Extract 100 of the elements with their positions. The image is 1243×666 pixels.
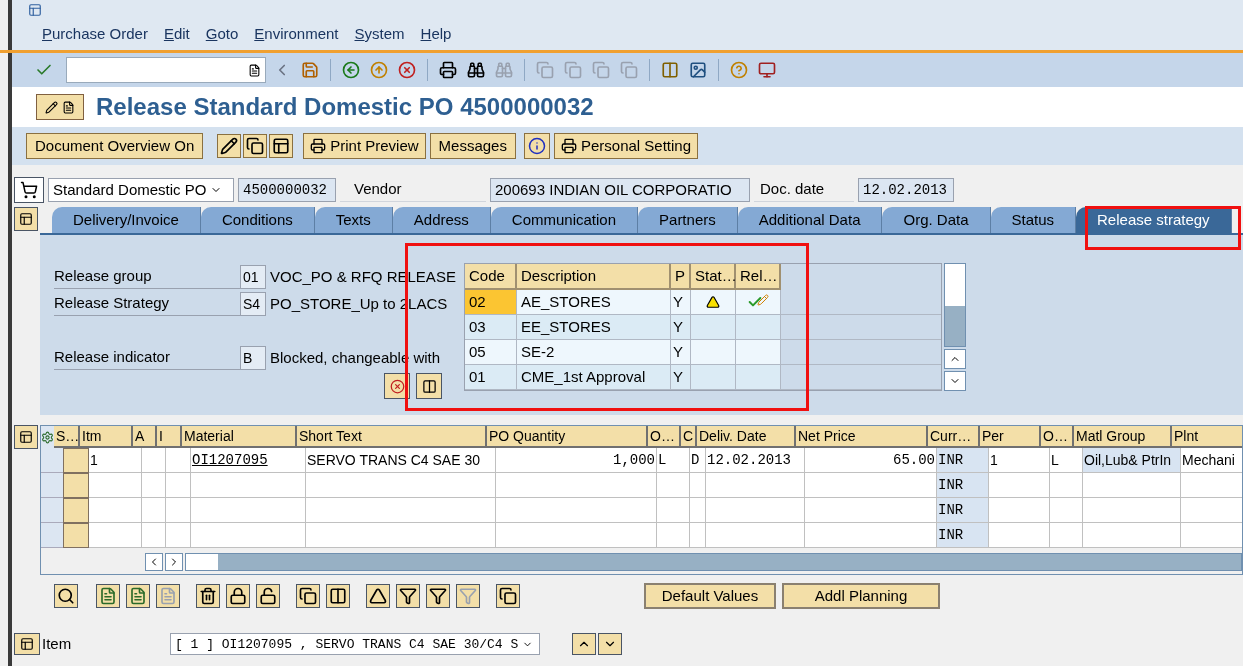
filter-icon[interactable] xyxy=(396,584,420,608)
column-header[interactable]: PO Quantity xyxy=(487,426,648,448)
delete-icon[interactable] xyxy=(196,584,220,608)
toolbar-button[interactable]: Document Overview On xyxy=(26,133,204,159)
column-header[interactable]: A xyxy=(133,426,157,448)
table-cell xyxy=(142,523,166,548)
filter-icon[interactable] xyxy=(426,584,450,608)
menu-item[interactable]: Help xyxy=(420,23,452,46)
unlock-icon[interactable] xyxy=(256,584,280,608)
tab[interactable]: Texts xyxy=(314,207,393,233)
collapse-header-icon[interactable] xyxy=(14,207,38,231)
tab[interactable]: Org. Data xyxy=(882,207,991,233)
tab[interactable]: Additional Data xyxy=(737,207,883,233)
tab[interactable]: Conditions xyxy=(200,207,315,233)
table-cell xyxy=(989,473,1050,498)
tab[interactable]: Address xyxy=(392,207,491,233)
table-cell: EE_STORES xyxy=(517,315,671,339)
table-cell[interactable] xyxy=(191,498,306,523)
table-cell xyxy=(657,473,690,498)
copy-row-icon[interactable] xyxy=(156,584,180,608)
menu-item[interactable]: Purchase Order xyxy=(42,23,148,46)
table-settings-icon[interactable] xyxy=(41,426,54,448)
tab[interactable]: Communication xyxy=(490,207,639,233)
scroll-down-icon[interactable] xyxy=(944,371,966,391)
tab[interactable]: Release strategy xyxy=(1076,207,1232,233)
table-cell xyxy=(989,498,1050,523)
column-header[interactable]: Deliv. Date xyxy=(697,426,796,448)
column-header[interactable]: Net Price xyxy=(796,426,928,448)
table-cell: 1,000 xyxy=(496,448,657,473)
column-header[interactable]: I xyxy=(157,426,182,448)
column-header[interactable]: O… xyxy=(648,426,681,448)
column-header[interactable]: Rel… xyxy=(736,264,781,290)
tab[interactable]: Delivery/Invoice xyxy=(52,207,201,233)
document-type-field[interactable]: Standard Domestic PO xyxy=(48,178,234,202)
column-header[interactable]: P xyxy=(671,264,691,290)
column-header[interactable]: Code xyxy=(465,264,517,290)
sort-icon[interactable] xyxy=(366,584,390,608)
column-header[interactable]: Itm xyxy=(80,426,133,448)
columns-icon[interactable] xyxy=(326,584,350,608)
column-header[interactable]: Per xyxy=(980,426,1041,448)
next-item-icon[interactable] xyxy=(598,633,622,656)
collapse-item-icon[interactable] xyxy=(14,633,40,656)
table-cell: INR xyxy=(937,473,989,498)
insert-row-icon[interactable] xyxy=(126,584,150,608)
doc-date-label: Doc. date xyxy=(754,178,854,202)
scrollbar[interactable] xyxy=(944,263,966,347)
add-row-icon[interactable] xyxy=(96,584,120,608)
toolbar-button[interactable]: Personal Setting xyxy=(553,133,699,159)
column-header[interactable]: Description xyxy=(517,264,671,290)
cart-icon[interactable] xyxy=(14,177,44,203)
previous-item-icon[interactable] xyxy=(572,633,596,656)
display-change-icon[interactable] xyxy=(36,94,84,120)
item-select-field[interactable]: [ 1 ] OI1207095 , SERVO TRANS C4 SAE 30/C4 S xyxy=(170,633,540,656)
copy-icon[interactable] xyxy=(243,134,268,158)
table-cell[interactable]: OI1207095 xyxy=(191,448,306,473)
table-cell[interactable] xyxy=(191,523,306,548)
scroll-right-icon[interactable] xyxy=(165,553,183,571)
overview-icon[interactable] xyxy=(416,373,442,399)
menu-item[interactable]: System xyxy=(354,23,405,46)
table-cell: Y xyxy=(671,340,691,364)
tab[interactable]: Status xyxy=(990,207,1077,233)
menu-item[interactable]: Goto xyxy=(205,23,239,46)
hierarchy-icon[interactable] xyxy=(269,134,294,158)
table-cell[interactable]: 03 xyxy=(465,315,517,339)
table-cell[interactable] xyxy=(191,473,306,498)
column-header[interactable]: O… xyxy=(1041,426,1074,448)
scroll-up-icon[interactable] xyxy=(944,349,966,369)
table-cell xyxy=(1181,473,1242,498)
column-header[interactable]: Matl Group xyxy=(1074,426,1172,448)
tab[interactable]: Partners xyxy=(638,207,738,233)
toolbar-button[interactable]: Print Preview xyxy=(303,133,426,159)
column-header[interactable]: S… xyxy=(54,426,80,448)
collapse-items-icon[interactable] xyxy=(14,425,38,449)
command-field[interactable] xyxy=(66,57,266,83)
column-header[interactable]: Stat… xyxy=(691,264,736,290)
copy-icon[interactable] xyxy=(296,584,320,608)
action-button[interactable]: Addl Planning xyxy=(782,583,940,609)
column-header[interactable]: Curr… xyxy=(928,426,980,448)
table-cell[interactable]: 01 xyxy=(465,365,517,389)
toolbar-button[interactable]: Messages xyxy=(429,133,516,159)
column-header[interactable]: C xyxy=(681,426,697,448)
menu-item[interactable]: Edit xyxy=(163,23,190,46)
action-button[interactable]: Default Values xyxy=(644,583,776,609)
column-header[interactable]: Material xyxy=(182,426,297,448)
column-header[interactable]: Short Text xyxy=(297,426,487,448)
code-field: 01 xyxy=(240,265,266,289)
status-cell xyxy=(63,498,89,523)
stamp-icon[interactable] xyxy=(384,373,410,399)
table-cell[interactable]: 02 xyxy=(465,290,517,314)
menu-item[interactable]: Environment xyxy=(254,23,339,46)
column-header[interactable]: Plnt xyxy=(1172,426,1242,448)
scroll-left-icon[interactable] xyxy=(145,553,163,571)
lock-icon[interactable] xyxy=(226,584,250,608)
table-cell xyxy=(690,473,706,498)
table-cell[interactable]: 05 xyxy=(465,340,517,364)
details-icon[interactable] xyxy=(54,584,78,608)
table-cell xyxy=(1050,498,1083,523)
horizontal-scrollbar[interactable] xyxy=(185,553,1242,571)
info-icon[interactable] xyxy=(523,133,550,159)
edit-icon[interactable] xyxy=(217,134,242,158)
